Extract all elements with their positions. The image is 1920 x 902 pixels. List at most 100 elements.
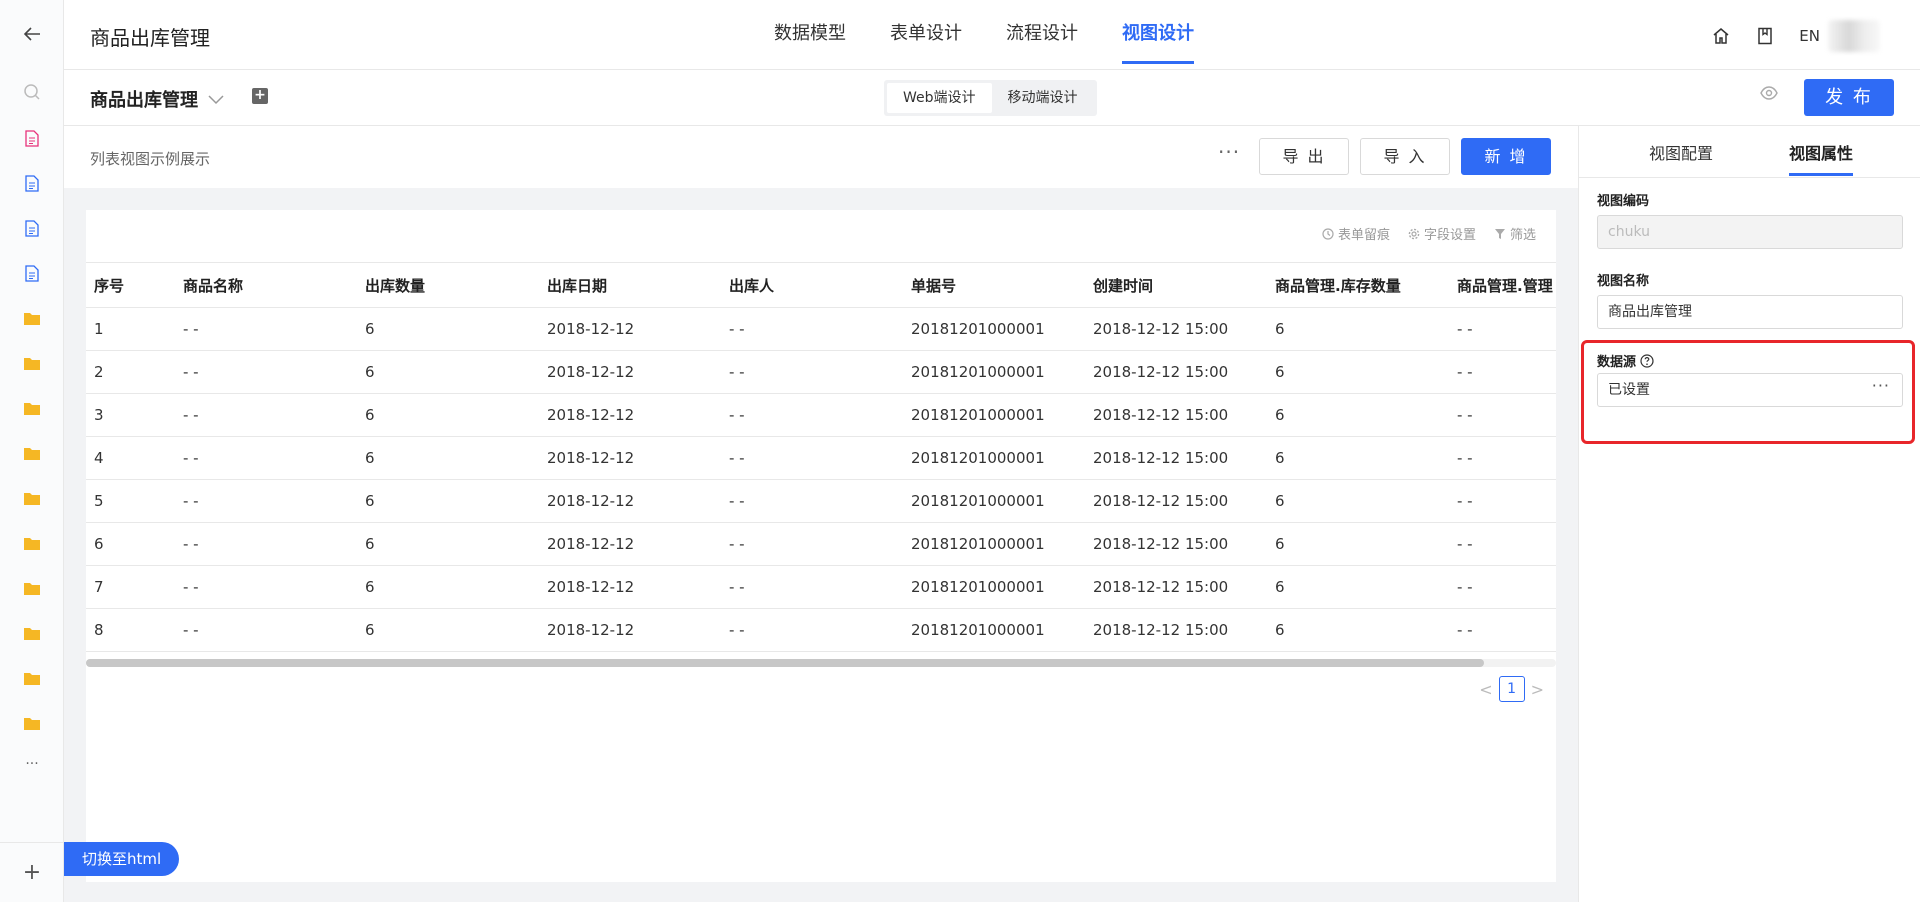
doc-blue-icon[interactable] <box>18 214 46 242</box>
table-cell: 2018-12-12 <box>539 436 721 480</box>
avatar[interactable] <box>1828 20 1880 52</box>
list-toolbar: 列表视图示例展示 ··· 导 出 导 入 新 增 <box>64 126 1578 188</box>
search-icon[interactable] <box>18 78 46 106</box>
table-cell: 2018-12-12 15:00 <box>1085 350 1267 394</box>
folder-icon[interactable] <box>18 574 46 602</box>
table-cell: - - <box>175 565 357 609</box>
back-arrow-icon[interactable] <box>18 20 46 48</box>
form-trace-tool[interactable]: 表单留痕 <box>1322 224 1390 243</box>
folder-icon[interactable] <box>18 394 46 422</box>
table-cell: 6 <box>357 436 539 480</box>
add-view-icon[interactable]: + <box>252 88 268 104</box>
page-number-current[interactable]: 1 <box>1498 676 1525 702</box>
import-button[interactable]: 导 入 <box>1360 138 1450 175</box>
chevron-down-icon <box>208 89 224 110</box>
table-cell: 2018-12-12 15:00 <box>1085 522 1267 566</box>
tab-data-model[interactable]: 数据模型 <box>774 0 846 70</box>
column-header: 序号 <box>86 262 175 308</box>
tab-view-design[interactable]: 视图设计 <box>1122 0 1194 70</box>
view-code-input: chuku <box>1597 215 1903 249</box>
help-icon[interactable] <box>1640 353 1654 368</box>
folder-icon[interactable] <box>18 439 46 467</box>
table-cell: - - <box>175 393 357 437</box>
tab-view-config[interactable]: 视图配置 <box>1649 140 1713 164</box>
table-cell: - - <box>721 350 903 394</box>
scrollbar-thumb[interactable] <box>86 659 1484 667</box>
table-cell: 6 <box>1267 608 1449 652</box>
table-row[interactable]: 6- -6 2018-12-12- -20181201000001 2018-12-… <box>86 522 1556 566</box>
table-cell: 20181201000001 <box>903 393 1085 437</box>
folder-icon[interactable] <box>18 709 46 737</box>
table-row[interactable]: 3- -6 2018-12-12- -20181201000001 2018-12-… <box>86 393 1556 437</box>
switch-to-html-button[interactable]: 切换至html <box>64 842 180 876</box>
table-row[interactable]: 4- -6 2018-12-12- -20181201000001 2018-12-… <box>86 436 1556 480</box>
doc-blue-icon[interactable] <box>18 169 46 197</box>
view-title-dropdown[interactable]: 商品出库管理 <box>90 86 224 112</box>
folder-icon[interactable] <box>18 619 46 647</box>
export-button[interactable]: 导 出 <box>1259 138 1349 175</box>
sidebar-more[interactable]: ... <box>18 746 46 774</box>
doc-pink-icon[interactable] <box>18 124 46 152</box>
pagination: < 1 > <box>1479 676 1544 702</box>
table-cell: 20181201000001 <box>903 479 1085 523</box>
next-page-button[interactable]: > <box>1531 680 1544 699</box>
folder-icon[interactable] <box>18 349 46 377</box>
table-cell: - - <box>721 479 903 523</box>
bookmark-icon[interactable] <box>1751 22 1779 50</box>
table-cell: - - <box>721 436 903 480</box>
field-settings-tool[interactable]: 字段设置 <box>1408 224 1476 243</box>
table-row[interactable]: 5- -6 2018-12-12- -20181201000001 2018-12-… <box>86 479 1556 523</box>
horizontal-scrollbar[interactable] <box>86 659 1556 667</box>
prev-page-button[interactable]: < <box>1479 680 1492 699</box>
table-header-row: 序号 商品名称 出库数量 出库日期 出库人 单据号 创建时间 商品管理.库存数量 商品管理.管理 <box>86 262 1556 308</box>
folder-icon[interactable] <box>18 529 46 557</box>
doc-blue-icon[interactable] <box>18 259 46 287</box>
data-source-value: 已设置 <box>1608 382 1650 398</box>
home-icon[interactable] <box>1707 22 1735 50</box>
table-row[interactable]: 1- -6 2018-12-12- -20181201000001 2018-12-… <box>86 307 1556 351</box>
more-actions-button[interactable]: ··· <box>1218 140 1240 164</box>
data-source-field[interactable]: 已设置 ··· <box>1597 373 1903 407</box>
folder-icon[interactable] <box>18 664 46 692</box>
table-cell: 2018-12-12 <box>539 479 721 523</box>
table-cell: 20181201000001 <box>903 307 1085 351</box>
tab-process-design[interactable]: 流程设计 <box>1006 0 1078 70</box>
add-item-button[interactable]: + <box>0 842 64 902</box>
table-cell: - - <box>1449 393 1556 437</box>
tab-form-design[interactable]: 表单设计 <box>890 0 962 70</box>
view-code-label: 视图编码 <box>1597 194 1650 209</box>
filter-label: 筛选 <box>1509 228 1536 243</box>
folder-icon[interactable] <box>18 304 46 332</box>
add-new-button[interactable]: 新 增 <box>1461 138 1551 175</box>
table-cell: 20181201000001 <box>903 436 1085 480</box>
table-cell: 8 <box>86 608 175 652</box>
filter-tool[interactable]: 筛选 <box>1494 224 1536 243</box>
publish-button[interactable]: 发 布 <box>1804 79 1894 116</box>
table-cell: - - <box>1449 565 1556 609</box>
table-row[interactable]: 8- -6 2018-12-12- -20181201000001 2018-12-… <box>86 608 1556 652</box>
view-name-input[interactable]: 商品出库管理 <box>1597 295 1903 329</box>
preview-eye-icon[interactable] <box>1760 86 1778 104</box>
table-cell: - - <box>175 522 357 566</box>
data-source-more-button[interactable]: ··· <box>1872 370 1890 402</box>
column-header: 商品管理.管理 <box>1449 262 1556 308</box>
mode-web-design[interactable]: Web端设计 <box>887 83 992 113</box>
table-cell: 6 <box>86 522 175 566</box>
table-cell: 2018-12-12 15:00 <box>1085 436 1267 480</box>
table-cell: 2018-12-12 15:00 <box>1085 479 1267 523</box>
form-trace-label: 表单留痕 <box>1337 228 1390 243</box>
folder-icon[interactable] <box>18 484 46 512</box>
table-cell: 3 <box>86 393 175 437</box>
gear-icon <box>1408 228 1420 239</box>
language-switch[interactable]: EN <box>1799 27 1820 45</box>
table-cell: 6 <box>357 565 539 609</box>
table-cell: - - <box>1449 479 1556 523</box>
table-row[interactable]: 2- -6 2018-12-12- -20181201000001 2018-12-… <box>86 350 1556 394</box>
table-cell: 2018-12-12 <box>539 350 721 394</box>
table-row[interactable]: 7- -6 2018-12-12- -20181201000001 2018-12-… <box>86 565 1556 609</box>
tab-view-properties[interactable]: 视图属性 <box>1789 140 1854 176</box>
main-tabs: 数据模型 表单设计 流程设计 视图设计 <box>774 0 1238 70</box>
mode-mobile-design[interactable]: 移动端设计 <box>992 83 1094 113</box>
table-cell: 20181201000001 <box>903 608 1085 652</box>
table-cell: 2018-12-12 <box>539 608 721 652</box>
